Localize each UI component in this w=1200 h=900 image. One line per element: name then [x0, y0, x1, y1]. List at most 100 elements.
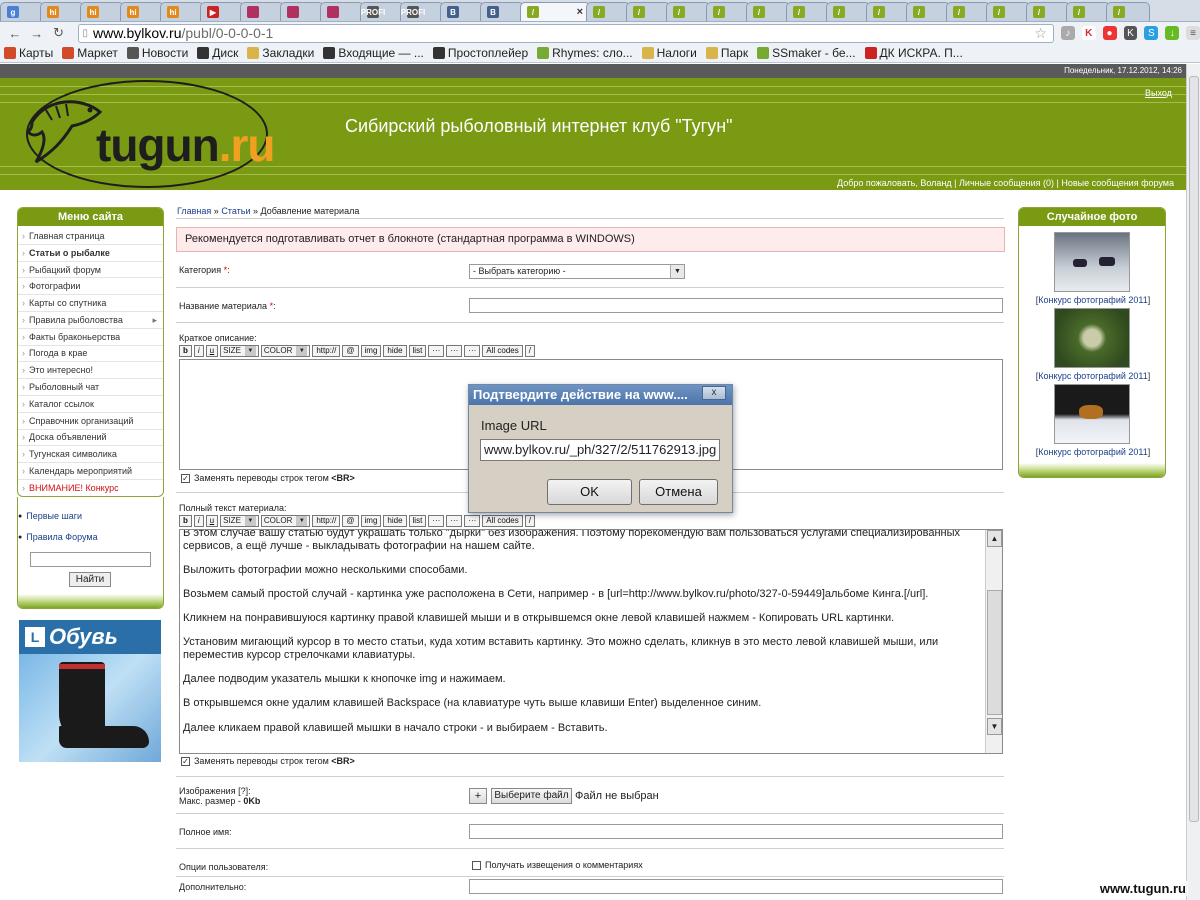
bbcode-dots3-button[interactable]: ··· — [464, 515, 481, 527]
menu-item[interactable]: › Каталог ссылок — [18, 396, 163, 413]
color-select[interactable]: COLOR ▼ — [260, 345, 311, 357]
short-br-checkbox[interactable]: ✓ Заменять переводы строк тегом <BR> — [181, 473, 355, 483]
close-tab-icon[interactable]: × — [577, 6, 583, 18]
photo-caption-link[interactable]: Конкурс фотографий 2011 — [1038, 447, 1148, 457]
browser-tab[interactable]: / — [1066, 2, 1110, 21]
photo-caption-link[interactable]: Конкурс фотографий 2011 — [1038, 371, 1148, 381]
bbcode-b-button[interactable]: b — [179, 345, 192, 357]
bbcode-at-button[interactable]: @ — [342, 345, 359, 357]
browser-tab[interactable]: hi — [160, 2, 204, 21]
browser-tab[interactable]: / — [906, 2, 950, 21]
menu-item[interactable]: › Доска объявлений — [18, 430, 163, 447]
photo-caption-link[interactable]: Конкурс фотографий 2011 — [1038, 295, 1148, 305]
browser-tab[interactable]: ▶ — [200, 2, 244, 21]
forum-new-link[interactable]: Новые сообщения форума — [1061, 178, 1174, 188]
full-br-checkbox[interactable]: ✓ Заменять переводы строк тегом <BR> — [181, 756, 355, 766]
bookmark-item[interactable]: Закладки — [247, 46, 314, 60]
user-link[interactable]: Воланд — [920, 178, 951, 188]
browser-tab[interactable]: / × — [520, 2, 590, 21]
menu-item[interactable]: › Рыболовный чат — [18, 379, 163, 396]
bbcode-u-button[interactable]: u — [205, 345, 219, 357]
bookmark-item[interactable]: ДК ИСКРА. П... — [864, 46, 963, 60]
scroll-up-icon[interactable]: ▲ — [987, 530, 1002, 547]
browser-tab[interactable]: / — [626, 2, 670, 21]
browser-tab[interactable]: / — [1106, 2, 1150, 21]
bbcode-slash-button[interactable]: / — [524, 515, 535, 527]
page-scrollbar[interactable] — [1186, 64, 1200, 900]
ext-k2-icon[interactable]: K — [1123, 26, 1138, 40]
scroll-down-icon[interactable]: ▼ — [987, 718, 1002, 735]
bbcode-u-button[interactable]: u — [205, 515, 219, 527]
browser-tab[interactable] — [240, 2, 284, 21]
download-icon[interactable]: ↓ — [1165, 26, 1180, 40]
skype-icon[interactable]: S — [1144, 26, 1159, 40]
dialog-cancel-button[interactable]: Отмена — [639, 479, 718, 505]
speaker-icon[interactable]: ♪ — [1060, 26, 1075, 40]
browser-tab[interactable]: PROFI — [400, 2, 444, 21]
color-select[interactable]: COLOR ▼ — [260, 515, 311, 527]
bbcode-b-button[interactable]: b — [179, 515, 192, 527]
menu-item[interactable]: › Факты браконьерства — [18, 329, 163, 346]
full-name-input[interactable] — [469, 824, 1003, 839]
bbcode-img-button[interactable]: img — [360, 515, 382, 527]
shoe-ad-banner[interactable]: L Обувь — [19, 620, 161, 762]
menu-item[interactable]: › Карты со спутника — [18, 295, 163, 312]
browser-tab[interactable]: / — [706, 2, 750, 21]
size-select[interactable]: SIZE ▼ — [220, 345, 259, 357]
browser-tab[interactable]: / — [586, 2, 630, 21]
bookmark-item[interactable]: Налоги — [641, 46, 697, 60]
extra-input[interactable] — [469, 879, 1003, 894]
browser-tab[interactable]: / — [666, 2, 710, 21]
menu-item[interactable]: › Это интересно! — [18, 362, 163, 380]
photo-thumb-2[interactable] — [1054, 308, 1130, 368]
browser-tab[interactable]: / — [866, 2, 910, 21]
browser-tab[interactable]: / — [946, 2, 990, 21]
notify-checkbox[interactable]: Получать извещения о комментариях — [472, 860, 643, 870]
photo-thumb-3[interactable] — [1054, 384, 1130, 444]
scroll-thumb[interactable] — [987, 590, 1002, 715]
forward-icon[interactable]: → — [28, 24, 46, 42]
bbcode-dots1-button[interactable]: ··· — [428, 345, 445, 357]
bbcode-list-button[interactable]: list — [408, 515, 427, 527]
menu-item[interactable]: › Календарь мероприятий — [18, 463, 163, 480]
bbcode-http-button[interactable]: http:// — [312, 515, 341, 527]
menu-item[interactable]: › Статьи о рыбалке — [18, 245, 163, 262]
material-name-input[interactable] — [469, 298, 1003, 313]
wrench-icon[interactable]: ≡ — [1186, 26, 1200, 40]
browser-tab[interactable] — [320, 2, 364, 21]
pm-link[interactable]: Личные сообщения (0) — [959, 178, 1054, 188]
bbcode-dots2-button[interactable]: ··· — [446, 345, 463, 357]
bookmark-item[interactable]: Диск — [197, 46, 238, 60]
browser-tab[interactable]: PROFI — [360, 2, 404, 21]
back-icon[interactable]: ← — [6, 24, 24, 42]
browser-tab[interactable]: B — [480, 2, 524, 21]
bbcode-slash-button[interactable]: / — [524, 345, 535, 357]
browser-tab[interactable]: hi — [120, 2, 164, 21]
menu-item[interactable]: › Тугунская символика — [18, 446, 163, 464]
forum-rules-link[interactable]: Правила Форума — [26, 532, 97, 542]
bookmark-item[interactable]: Парк — [705, 46, 748, 60]
menu-item[interactable]: › Погода в крае — [18, 346, 163, 363]
bbcode-hide-button[interactable]: hide — [383, 515, 407, 527]
browser-tab[interactable]: / — [986, 2, 1030, 21]
browser-tab[interactable]: / — [786, 2, 830, 21]
choose-file-button[interactable]: Выберите файл — [491, 788, 572, 804]
browser-tab[interactable]: hi — [40, 2, 84, 21]
address-bar[interactable]: ▯ www.bylkov.ru/publ/0-0-0-0-1 ☆ — [77, 23, 1054, 43]
bbcode-img-button[interactable]: img — [360, 345, 382, 357]
category-select[interactable]: - Выбрать категорию - ▼ — [469, 264, 685, 279]
bbcode-http-button[interactable]: http:// — [312, 345, 341, 357]
bbcode-allcodes-button[interactable]: All codes — [482, 345, 523, 357]
menu-item[interactable]: › ВНИМАНИЕ! Конкурс — [18, 480, 163, 496]
bbcode-hide-button[interactable]: hide — [383, 345, 407, 357]
bbcode-list-button[interactable]: list — [408, 345, 427, 357]
page-scroll-thumb[interactable] — [1189, 76, 1199, 822]
full-text-textarea[interactable]: В этом случае вашу статью будут украшать… — [179, 529, 1003, 754]
dialog-ok-button[interactable]: OK — [547, 479, 632, 505]
photo-thumb-1[interactable] — [1054, 232, 1130, 292]
browser-tab[interactable]: B — [440, 2, 484, 21]
menu-item[interactable]: › Главная страница — [18, 228, 163, 245]
ext-red-icon[interactable]: ● — [1102, 26, 1117, 40]
bbcode-allcodes-button[interactable]: All codes — [482, 515, 523, 527]
menu-item[interactable]: › Фотографии — [18, 278, 163, 296]
